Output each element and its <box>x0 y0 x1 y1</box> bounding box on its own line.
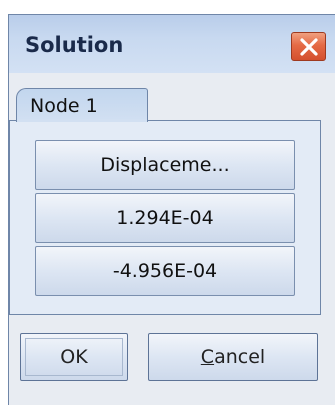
tab-node-1[interactable]: Node 1 <box>16 88 148 122</box>
close-button[interactable] <box>291 32 326 61</box>
tab-joint <box>17 119 147 122</box>
displacement-y-value[interactable]: -4.956E-04 <box>35 246 295 296</box>
ok-button[interactable]: OK <box>20 333 128 381</box>
displacement-x-value[interactable]: 1.294E-04 <box>35 193 295 243</box>
cancel-label-rest: ancel <box>214 346 266 368</box>
displacement-header-button[interactable]: Displaceme... <box>35 140 295 190</box>
cancel-button[interactable]: Cancel <box>148 333 318 381</box>
cancel-mnemonic: C <box>200 346 215 368</box>
title-bar[interactable]: Solution <box>9 15 335 73</box>
close-icon <box>300 38 318 56</box>
tab-label: Node 1 <box>30 95 98 117</box>
window-title: Solution <box>25 33 124 57</box>
